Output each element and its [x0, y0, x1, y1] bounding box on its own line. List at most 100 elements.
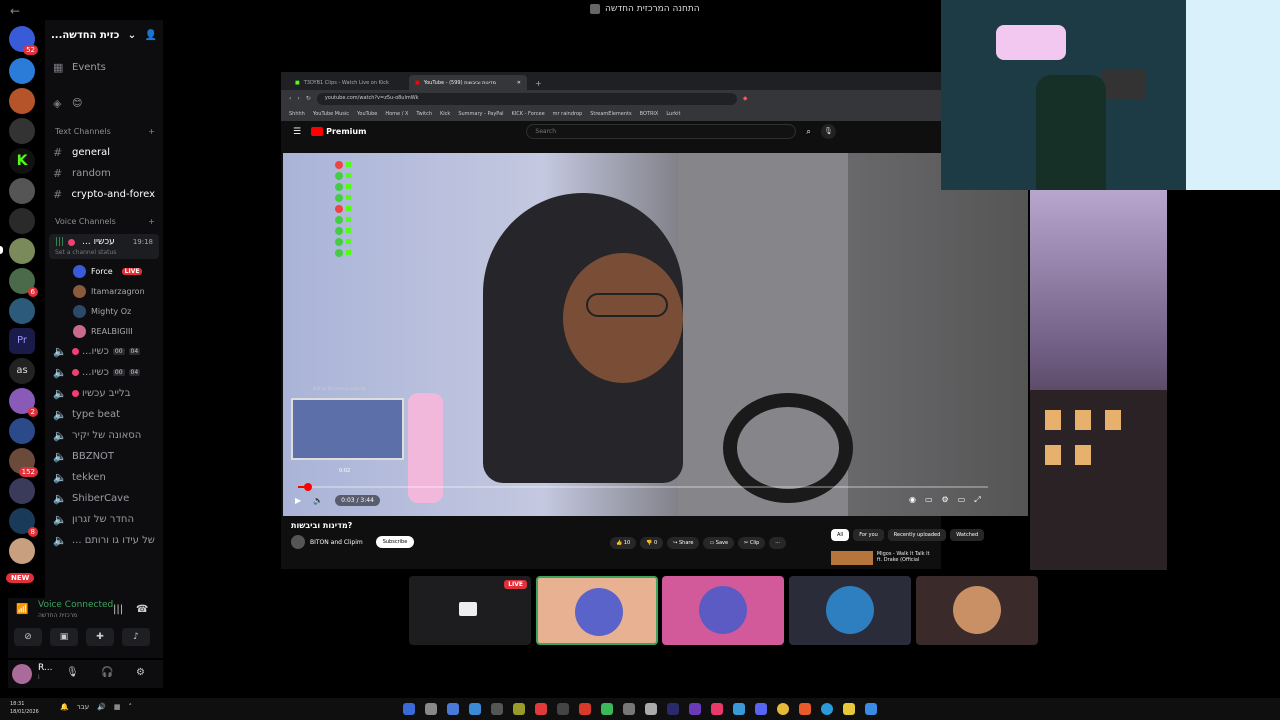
server-header[interactable]: ...כזית החדשה ⌄ 👤 — [45, 20, 163, 50]
app-icon[interactable] — [557, 703, 569, 715]
kick-server-icon[interactable]: K — [9, 148, 35, 174]
server-icon[interactable] — [9, 238, 35, 264]
app-icon[interactable] — [601, 703, 613, 715]
username[interactable]: R... — [38, 663, 53, 673]
server-icon[interactable]: 6 — [9, 268, 38, 297]
close-icon[interactable]: ✕ — [517, 80, 521, 86]
bookmark-item[interactable]: YouTube — [357, 111, 377, 117]
voice-channel[interactable]: 🔈 ... של עידו גו ורותם — [45, 530, 163, 551]
server-icon[interactable] — [9, 88, 35, 114]
bookmark-item[interactable]: Lurkit — [666, 111, 680, 117]
bookmark-item[interactable]: YouTube Music — [313, 111, 349, 117]
chip-all[interactable]: All — [831, 529, 850, 541]
server-icon[interactable] — [9, 118, 35, 144]
fullscreen-icon[interactable]: ⤢ — [974, 495, 980, 505]
new-tab-icon[interactable]: + — [529, 77, 548, 90]
noise-suppression-icon[interactable]: ||| — [113, 604, 123, 615]
voice-member[interactable]: Force LIVE — [45, 261, 163, 281]
scrubber-knob[interactable] — [303, 483, 312, 491]
search-input[interactable]: Search — [526, 124, 797, 139]
autoplay-toggle-icon[interactable]: ◉ — [909, 495, 916, 505]
voice-member[interactable]: Itamarzagron — [45, 281, 163, 301]
bookmark-item[interactable]: Shhhh — [289, 111, 305, 117]
share-button[interactable]: ↪ Share — [667, 537, 700, 549]
browser-tab[interactable]: ■ T3DYB1 Clips - Watch Live on Kick — [289, 75, 407, 90]
camera-off-button[interactable]: ⊘ — [14, 628, 42, 646]
voice-channel[interactable]: 🔈 ...כשיו 00 04 — [45, 362, 163, 383]
video-player[interactable]: Pull up for precise seeking 0:02 ▶ 🔊 0:0… — [283, 153, 1028, 516]
voice-connected-channel[interactable]: מרכזית החדשה — [38, 612, 77, 619]
bookmark-item[interactable]: Twitch — [416, 111, 432, 117]
gear-icon[interactable]: ⚙ — [136, 667, 145, 678]
like-button[interactable]: 👍 10 — [610, 537, 637, 549]
chip-for-you[interactable]: For you — [853, 529, 884, 541]
app-icon[interactable] — [513, 703, 525, 715]
channel-avatar[interactable] — [291, 535, 305, 549]
app-icon[interactable] — [535, 703, 547, 715]
voice-channel[interactable]: 🔈 ...כשיו 00 04 — [45, 341, 163, 362]
brave-app-icon[interactable] — [799, 703, 811, 715]
music-app-icon[interactable] — [711, 703, 723, 715]
clock[interactable]: 18:31 18/01/2026 — [10, 700, 39, 716]
app-icon[interactable] — [491, 703, 503, 715]
soundboard-button[interactable]: ♪ — [122, 628, 150, 646]
participant-tile-stream[interactable]: LIVE — [409, 576, 531, 645]
server-icon[interactable] — [9, 538, 35, 564]
back-icon[interactable]: ‹ — [289, 95, 291, 102]
active-voice-channel[interactable]: ||| ... עכשיו 19:18 Set a channel status — [49, 234, 159, 259]
voice-channel[interactable]: 🔈 tekken — [45, 467, 163, 488]
server-icon[interactable] — [9, 298, 35, 324]
clip-button[interactable]: ✂ Clip — [738, 537, 766, 549]
network-icon[interactable]: ▦ — [114, 703, 121, 711]
voice-channel[interactable]: 🔈 type beat — [45, 404, 163, 425]
related-video[interactable]: Migos - Walk It Talk It ft. Drake (Offic… — [831, 551, 931, 565]
disconnect-icon[interactable]: ☎ — [136, 604, 148, 615]
channel-general[interactable]: # general — [45, 142, 163, 163]
events-item[interactable]: ▦ Events — [45, 57, 163, 78]
voice-member[interactable]: Mighty Oz — [45, 301, 163, 321]
avatar[interactable] — [12, 664, 32, 684]
progress-bar[interactable] — [298, 483, 988, 491]
youtube-logo[interactable]: Premium — [311, 127, 366, 136]
file-explorer-icon[interactable] — [843, 703, 855, 715]
reload-icon[interactable]: ↻ — [306, 95, 311, 102]
channel-name[interactable]: BITON and Clipim — [310, 539, 363, 546]
chrome-app-icon[interactable] — [777, 703, 789, 715]
search-icon[interactable]: ⌕ — [806, 127, 810, 137]
mic-icon[interactable]: 🎙 — [820, 124, 836, 139]
signal-icon[interactable]: 📶 — [16, 604, 28, 615]
notification-icon[interactable]: 🔔 — [60, 703, 69, 711]
voice-channel[interactable]: 🔈 בלייב עכשיו — [45, 383, 163, 404]
voice-channel[interactable]: 🔈 הסאונה של יקיר — [45, 425, 163, 446]
channel-random[interactable]: # random — [45, 163, 163, 184]
server-icon[interactable] — [9, 478, 35, 504]
play-icon[interactable]: ▶ — [295, 496, 301, 505]
more-icon[interactable]: ⋯ — [769, 537, 787, 549]
windows-start-icon[interactable] — [865, 703, 877, 715]
server-icon[interactable]: as — [9, 358, 35, 384]
bookmark-item[interactable]: Kick — [440, 111, 450, 117]
plus-icon[interactable]: + — [148, 217, 155, 226]
voice-channel[interactable]: 🔈 החדר של זגרון — [45, 509, 163, 530]
theater-icon[interactable]: ▭ — [958, 495, 966, 505]
app-icon[interactable] — [425, 703, 437, 715]
participant-tile[interactable] — [789, 576, 911, 645]
voice-channel[interactable]: 🔈 BBZNOT — [45, 446, 163, 467]
app-icon[interactable] — [403, 703, 415, 715]
plus-icon[interactable]: + — [148, 127, 155, 136]
premiere-app-icon[interactable] — [667, 703, 679, 715]
participant-tile[interactable] — [916, 576, 1038, 645]
volume-icon[interactable]: 🔊 — [97, 703, 106, 711]
app-icon[interactable] — [447, 703, 459, 715]
add-member-icon[interactable]: 👤 — [145, 30, 157, 41]
server-icon[interactable] — [9, 208, 35, 234]
participant-tile[interactable] — [536, 576, 658, 645]
volume-icon[interactable]: 🔊 — [313, 496, 323, 505]
server-icon[interactable] — [9, 418, 35, 444]
dislike-button[interactable]: 👎 0 — [640, 537, 664, 549]
mic-icon[interactable]: 🎙 — [66, 667, 79, 678]
back-arrow-icon[interactable]: ← — [10, 4, 20, 18]
server-icon[interactable]: 52 — [9, 26, 38, 55]
app-icon[interactable] — [645, 703, 657, 715]
activities-button[interactable]: ✚ — [86, 628, 114, 646]
